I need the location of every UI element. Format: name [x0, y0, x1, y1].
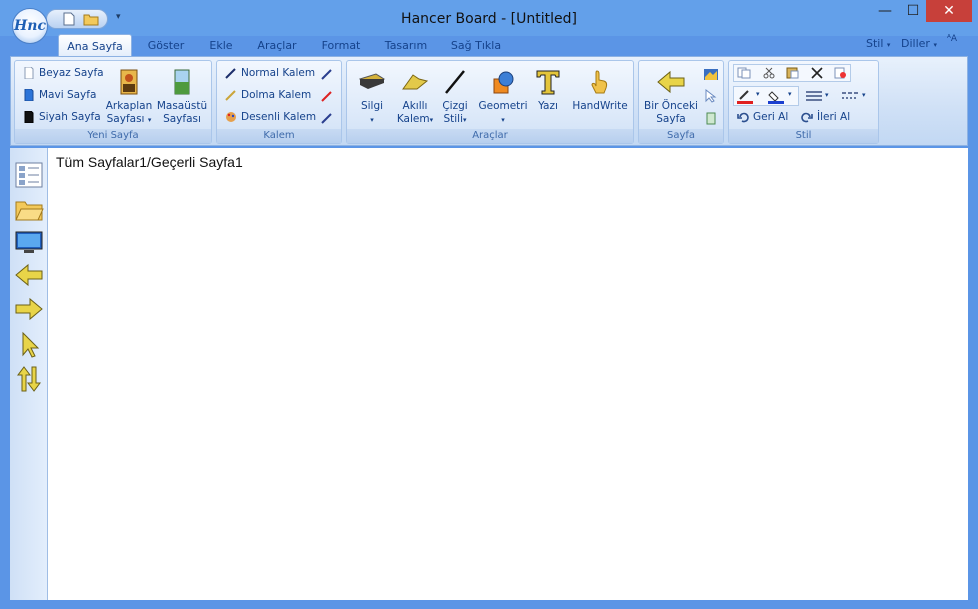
line-width-dropdown-icon[interactable]: ▾ — [825, 91, 829, 99]
clear-page-icon[interactable] — [833, 67, 847, 79]
left-toolbar — [10, 148, 48, 600]
group-stil: ▾ ▾ ▾ ▾ Geri Al İleri Al Stil — [728, 60, 879, 144]
arrow-left-icon — [657, 70, 685, 94]
redo-button[interactable]: İleri Al — [801, 111, 850, 123]
tab-araclar[interactable]: Araçlar — [250, 34, 304, 56]
open-page-icon[interactable] — [703, 67, 719, 81]
eraser-button[interactable]: Silgi ▾ — [355, 67, 389, 127]
line-width-icon[interactable] — [805, 90, 823, 102]
desktop-image-icon — [174, 69, 190, 95]
copy-icon[interactable] — [737, 67, 751, 79]
cursor-select-icon[interactable] — [703, 89, 719, 103]
text-t-icon — [536, 70, 560, 95]
fill-color-dropdown-icon[interactable]: ▾ — [788, 90, 792, 98]
tab-ana-sayfa[interactable]: Ana Sayfa — [58, 34, 132, 56]
pen-style-icon[interactable] — [321, 112, 333, 124]
group-yeni-sayfa: Beyaz Sayfa Mavi Sayfa Siyah Sayfa Arkap… — [14, 60, 212, 144]
eraser-icon — [358, 73, 386, 89]
ribbon-tabs: Ana Sayfa Göster Ekle Araçlar Format Tas… — [10, 34, 968, 56]
drawing-canvas[interactable]: Tüm Sayfalar1/Geçerli Sayfa1 — [48, 148, 968, 600]
page-info: Tüm Sayfalar1/Geçerli Sayfa1 — [56, 154, 243, 170]
group-araclar: Silgi ▾ Akıllı Kalem▾ Çizgi Stili▾ Geomet… — [346, 60, 634, 144]
previous-page-button[interactable]: Bir Önceki Sayfa — [641, 67, 701, 126]
monitor-icon[interactable] — [14, 228, 44, 258]
undo-button[interactable]: Geri Al — [737, 111, 788, 123]
ribbon: Beyaz Sayfa Mavi Sayfa Siyah Sayfa Arkap… — [10, 56, 968, 146]
arrow-left-icon[interactable] — [14, 260, 44, 290]
fill-color-icon[interactable] — [768, 89, 784, 104]
tab-ekle[interactable]: Ekle — [202, 34, 240, 56]
group-label-kalem: Kalem — [217, 129, 341, 143]
arrow-right-icon[interactable] — [14, 294, 44, 324]
app-logo: Hnc — [14, 18, 46, 34]
font-size-icon[interactable]: ᴬA — [947, 34, 957, 44]
white-page-button[interactable]: Beyaz Sayfa — [23, 67, 104, 79]
dash-style-icon[interactable] — [841, 90, 859, 102]
blue-page-icon — [24, 89, 34, 101]
smart-pen-icon — [402, 74, 429, 90]
text-button[interactable]: Yazı — [533, 67, 563, 113]
group-label-stil: Stil — [729, 129, 878, 143]
pen-color-icon[interactable] — [737, 89, 753, 104]
handwrite-button[interactable]: HandWrite — [569, 67, 631, 113]
blue-page-button[interactable]: Mavi Sayfa — [23, 89, 96, 101]
clipboard-toolbar — [733, 64, 851, 82]
background-image-icon — [120, 69, 138, 95]
minimize-button[interactable]: — — [870, 0, 900, 22]
desktop-page-button[interactable]: Masaüstü Sayfası — [156, 67, 208, 126]
line-style-button[interactable]: Çizgi Stili▾ — [439, 67, 471, 127]
application-menu-button[interactable]: Hnc — [12, 8, 48, 44]
title-bar: ▾ Hancer Board - [Untitled] — ☐ ✕ — [0, 0, 978, 36]
pointer-icon[interactable] — [14, 330, 44, 360]
geometry-shapes-icon — [493, 71, 514, 94]
page-list-icon[interactable] — [14, 160, 44, 190]
dash-style-dropdown-icon[interactable]: ▾ — [862, 91, 866, 99]
background-page-button[interactable]: Arkaplan Sayfası ▾ — [105, 67, 153, 127]
tab-format[interactable]: Format — [314, 34, 368, 56]
close-button[interactable]: ✕ — [926, 0, 972, 22]
black-page-icon — [24, 111, 34, 123]
patterned-pen-button[interactable]: Desenli Kalem — [225, 111, 316, 123]
cut-icon[interactable] — [762, 67, 776, 79]
group-kalem: Normal Kalem Dolma Kalem Desenli Kalem K… — [216, 60, 342, 144]
group-label-araclar: Araçlar — [347, 129, 633, 143]
smart-pen-button[interactable]: Akıllı Kalem▾ — [395, 67, 435, 127]
tab-sag-tikla[interactable]: Sağ Tıkla — [446, 34, 506, 56]
delete-icon[interactable] — [810, 67, 824, 79]
fountain-pen-icon — [225, 90, 236, 101]
geometry-button[interactable]: Geometri ▾ — [477, 67, 529, 127]
normal-pen-button[interactable]: Normal Kalem — [225, 67, 315, 79]
paste-icon[interactable] — [785, 67, 799, 79]
group-sayfa: Bir Önceki Sayfa Sayfa — [638, 60, 724, 144]
app-window: ▾ Hancer Board - [Untitled] — ☐ ✕ Hnc An… — [0, 0, 978, 609]
tab-goster[interactable]: Göster — [140, 34, 192, 56]
pen-color-red-icon[interactable] — [321, 90, 333, 102]
open-folder-icon[interactable] — [14, 194, 44, 224]
group-label-yeni-sayfa: Yeni Sayfa — [15, 129, 211, 143]
palette-icon — [226, 112, 236, 122]
tab-tasarim[interactable]: Tasarım — [376, 34, 436, 56]
pen-color-blue-icon[interactable] — [321, 68, 333, 80]
recycle-bin-icon[interactable] — [703, 111, 719, 125]
undo-icon — [737, 112, 749, 123]
languages-menu[interactable]: Diller ▾ — [901, 37, 937, 50]
white-page-icon — [24, 67, 34, 79]
pen-color-dropdown-icon[interactable]: ▾ — [756, 90, 760, 98]
hand-icon — [591, 70, 608, 94]
black-page-button[interactable]: Siyah Sayfa — [23, 111, 101, 123]
line-icon — [445, 70, 465, 94]
pen-icon — [225, 68, 236, 79]
group-label-sayfa: Sayfa — [639, 129, 723, 143]
swap-arrows-icon[interactable] — [14, 364, 44, 394]
style-menu[interactable]: Stil ▾ — [866, 37, 890, 50]
fountain-pen-button[interactable]: Dolma Kalem — [225, 89, 311, 101]
window-title: Hancer Board - [Untitled] — [401, 11, 577, 27]
color-picker-bar: ▾ ▾ — [733, 86, 799, 106]
redo-icon — [801, 112, 813, 123]
maximize-button[interactable]: ☐ — [900, 0, 926, 22]
